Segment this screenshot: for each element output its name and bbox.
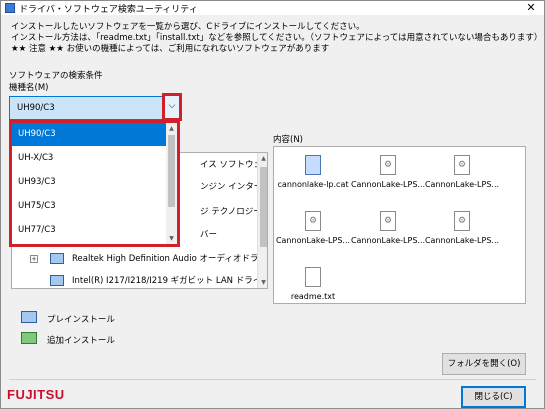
expand-icon[interactable]: +: [30, 255, 38, 263]
file-item[interactable]: CannonLake-LPS...: [424, 155, 500, 205]
close-button[interactable]: 閉じる(C): [461, 386, 526, 408]
preinstall-icon: [21, 311, 37, 323]
dropdown-option[interactable]: UH77/C3: [12, 219, 166, 242]
settings-file-icon: [454, 155, 470, 175]
monitor-icon: [50, 275, 64, 286]
contents-label: 内容(N): [273, 135, 303, 145]
utility-window: ドライバ・ソフトウェア検索ユーティリティ ✕ インストールしたいソフトウェアを一…: [0, 0, 545, 409]
window-title: ドライバ・ソフトウェア検索ユーティリティ: [19, 5, 198, 15]
dropdown-option[interactable]: UH93/C3: [12, 171, 166, 194]
settings-file-icon: [454, 211, 470, 231]
text-file-icon: [305, 267, 321, 287]
file-item[interactable]: CannonLake-LPS...: [350, 155, 426, 205]
app-icon: [5, 3, 15, 13]
scroll-up-icon[interactable]: ▲: [258, 153, 267, 164]
open-folder-button[interactable]: フォルダを開く(O): [442, 353, 526, 375]
dropdown-option[interactable]: UH90/C3: [12, 123, 166, 146]
settings-file-icon: [305, 211, 321, 231]
dropdown-scrollbar[interactable]: ▲ ▼: [166, 123, 177, 244]
preinstall-legend-label: プレインストール: [47, 315, 115, 325]
tree-scrollbar[interactable]: ▲ ▼: [257, 153, 267, 288]
file-item[interactable]: cannonlake-lp.cat: [275, 155, 351, 205]
search-conditions-label: ソフトウェアの検索条件: [9, 71, 103, 81]
file-item[interactable]: readme.txt: [275, 267, 351, 317]
settings-file-icon: [380, 211, 396, 231]
additional-install-icon: [21, 332, 37, 344]
scroll-up-icon[interactable]: ▲: [166, 123, 177, 134]
settings-file-icon: [380, 155, 396, 175]
tree-item[interactable]: + Realtek High Definition Audio オーディオドライ…: [12, 249, 267, 269]
model-dropdown-list[interactable]: UH90/C3 UH-X/C3 UH93/C3 UH75/C3 UH77/C3 …: [9, 120, 180, 247]
fujitsu-logo: FUJITSU: [7, 387, 65, 402]
file-item[interactable]: CannonLake-LPS...: [350, 211, 426, 261]
tree-item[interactable]: Intel(R) I217/I218/I219 ギガビット LAN ドライバ: [12, 271, 267, 288]
additional-install-legend-label: 追加インストール: [47, 336, 115, 346]
dropdown-scroll-thumb[interactable]: [168, 135, 175, 207]
model-select-value: UH90/C3: [17, 103, 55, 113]
footer-divider: [9, 379, 536, 380]
model-name-label: 機種名(M): [9, 83, 49, 93]
dropdown-option[interactable]: UH-X/C3: [12, 147, 166, 170]
contents-view[interactable]: cannonlake-lp.cat CannonLake-LPS... Cann…: [273, 146, 526, 304]
scroll-down-icon[interactable]: ▼: [166, 233, 177, 244]
monitor-icon: [50, 253, 64, 264]
title-bar: ドライバ・ソフトウェア検索ユーティリティ ✕: [1, 1, 544, 15]
dropdown-option[interactable]: UH75/C3: [12, 195, 166, 218]
close-window-icon[interactable]: ✕: [522, 1, 540, 15]
chevron-down-icon[interactable]: ⌵: [162, 93, 182, 121]
file-item[interactable]: CannonLake-LPS...: [424, 211, 500, 261]
scroll-down-icon[interactable]: ▼: [258, 277, 267, 288]
tree-scroll-thumb[interactable]: [260, 167, 267, 247]
warning-line: ★★ 注意 ★★ お使いの機種によっては、ご利用になれないソフトウェアがあります: [11, 44, 330, 54]
model-select[interactable]: UH90/C3: [9, 96, 182, 120]
catalog-file-icon: [305, 155, 321, 175]
file-item[interactable]: CannonLake-LPS...: [275, 211, 351, 261]
